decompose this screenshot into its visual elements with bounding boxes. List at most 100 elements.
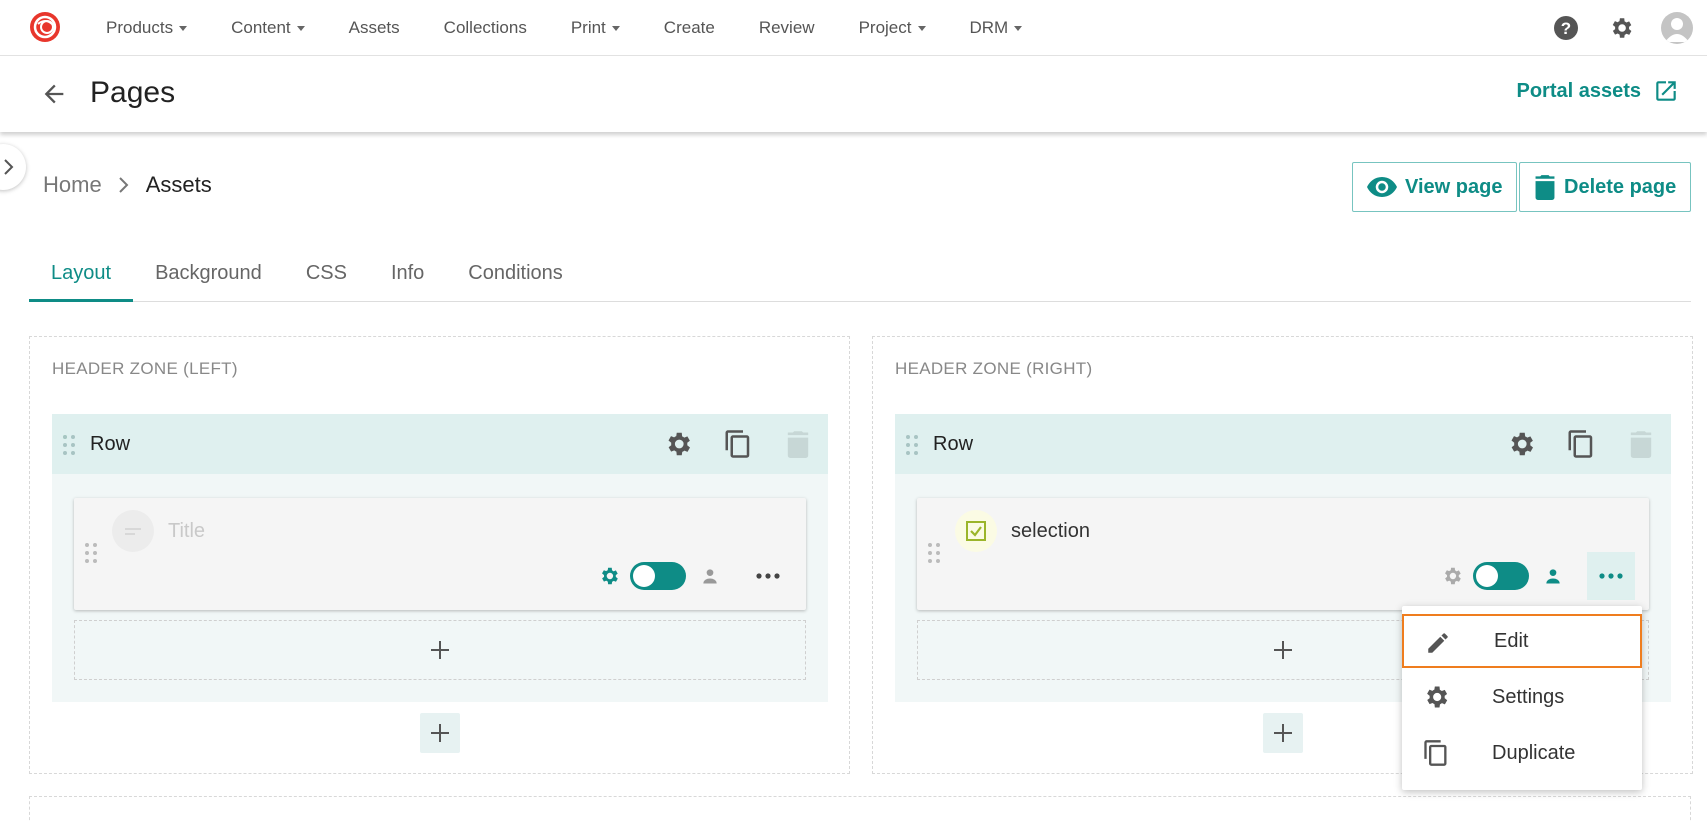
caret-down-icon <box>611 25 620 31</box>
nav-item-products[interactable]: Products <box>106 18 188 38</box>
nav-item-label: Review <box>758 18 815 37</box>
row-duplicate-icon[interactable] <box>1565 428 1597 460</box>
gear-icon[interactable] <box>1607 14 1635 42</box>
row-header: Row <box>895 414 1671 474</box>
menu-item-label: Edit <box>1494 629 1529 652</box>
widget-name: Title <box>168 520 206 542</box>
breadcrumb-home[interactable]: Home <box>43 172 102 198</box>
widget-enabled-toggle[interactable] <box>630 562 686 590</box>
menu-item-duplicate[interactable]: Duplicate <box>1402 726 1642 780</box>
nav-item-review[interactable]: Review <box>759 18 815 38</box>
help-icon[interactable]: ? <box>1552 14 1580 42</box>
back-arrow-icon[interactable] <box>40 80 68 108</box>
user-avatar-icon[interactable] <box>1661 12 1693 44</box>
caret-down-icon <box>179 25 188 31</box>
svg-text:?: ? <box>1561 19 1571 38</box>
menu-item-label: Duplicate <box>1492 741 1576 764</box>
footer-zone <box>29 796 1691 821</box>
breadcrumb-current: Assets <box>145 172 212 197</box>
drag-handle-icon[interactable] <box>84 542 98 564</box>
sidebar-expand-button[interactable] <box>0 144 26 190</box>
page-header: Pages Portal assets <box>0 56 1707 132</box>
widget-controls <box>598 560 792 592</box>
drag-handle-icon[interactable] <box>62 434 76 456</box>
pencil-icon <box>1424 629 1452 657</box>
plus-icon <box>431 724 449 742</box>
nav-utilities: ? <box>1525 0 1707 56</box>
tab-layout[interactable]: Layout <box>29 256 134 302</box>
tab-info[interactable]: Info <box>369 256 446 302</box>
row-settings-icon[interactable] <box>662 428 694 460</box>
chevron-right-icon <box>4 159 14 175</box>
page-title: Pages <box>90 76 176 109</box>
row-delete-icon <box>782 428 814 460</box>
nav-item-label: Collections <box>443 18 527 37</box>
caret-down-icon <box>917 25 926 31</box>
view-page-button[interactable]: View page <box>1352 162 1518 212</box>
widget-controls <box>1441 552 1635 600</box>
nav-item-drm[interactable]: DRM <box>970 18 1023 38</box>
menu-item-label: Settings <box>1492 685 1565 708</box>
tab-css[interactable]: CSS <box>284 256 369 302</box>
toggle-knob <box>1476 565 1498 587</box>
nav-item-label: Products <box>106 18 174 37</box>
header-zone-left: HEADER ZONE (LEFT) Row Title <box>29 336 850 774</box>
add-widget-button[interactable] <box>74 620 806 680</box>
row-actions <box>1477 428 1657 460</box>
delete-page-button[interactable]: Delete page <box>1519 162 1692 212</box>
person-icon[interactable] <box>1543 566 1563 586</box>
row-header: Row <box>52 414 828 474</box>
menu-item-edit[interactable]: Edit <box>1402 614 1642 668</box>
menu-item-settings[interactable]: Settings <box>1402 670 1642 724</box>
eye-icon <box>1367 177 1397 197</box>
widget-settings-icon[interactable] <box>1441 565 1463 587</box>
chevron-right-icon <box>118 177 129 193</box>
row-settings-icon[interactable] <box>1505 428 1537 460</box>
caret-down-icon <box>296 25 305 31</box>
nav-item-print[interactable]: Print <box>571 18 620 38</box>
plus-icon <box>1274 641 1292 659</box>
open-external-icon <box>1656 81 1676 101</box>
nav-menu: Products Content Assets Collections Prin… <box>106 0 1066 56</box>
trash-icon <box>1535 175 1555 200</box>
row-container: Row Title <box>52 414 828 702</box>
view-page-label: View page <box>1405 175 1503 198</box>
widget-card: selection <box>917 498 1649 610</box>
nav-item-content[interactable]: Content <box>231 18 305 38</box>
tab-background[interactable]: Background <box>133 256 284 302</box>
zone-title: HEADER ZONE (LEFT) <box>52 359 238 378</box>
row-label: Row <box>90 433 131 455</box>
portal-assets-link[interactable]: Portal assets <box>1516 78 1679 104</box>
nav-item-label: Project <box>858 18 912 37</box>
gear-icon <box>1422 683 1450 711</box>
nav-item-label: Content <box>231 18 291 37</box>
nav-item-assets[interactable]: Assets <box>349 18 400 38</box>
nav-item-project[interactable]: Project <box>859 18 926 38</box>
copy-icon <box>1422 739 1450 767</box>
person-icon[interactable] <box>700 566 720 586</box>
tab-conditions[interactable]: Conditions <box>446 256 585 302</box>
nav-item-label: Assets <box>348 18 400 37</box>
add-row-button[interactable] <box>1263 713 1303 753</box>
app-logo-icon[interactable] <box>28 10 62 44</box>
zone-title: HEADER ZONE (RIGHT) <box>895 359 1093 378</box>
drag-handle-icon[interactable] <box>905 434 919 456</box>
caret-down-icon <box>1014 25 1023 31</box>
widget-enabled-toggle[interactable] <box>1473 562 1529 590</box>
nav-item-label: Create <box>663 18 715 37</box>
toggle-knob <box>633 565 655 587</box>
tab-bar: Layout Background CSS Info Conditions <box>29 256 1691 302</box>
more-options-icon[interactable] <box>744 552 792 600</box>
add-row-button[interactable] <box>420 713 460 753</box>
nav-item-label: DRM <box>969 18 1009 37</box>
portal-assets-label: Portal assets <box>1516 79 1641 102</box>
delete-page-label: Delete page <box>1564 175 1677 198</box>
nav-item-label: Print <box>570 18 606 37</box>
widget-settings-icon[interactable] <box>598 565 620 587</box>
more-options-icon[interactable] <box>1587 552 1635 600</box>
row-duplicate-icon[interactable] <box>722 428 754 460</box>
plus-icon <box>1274 724 1292 742</box>
nav-item-collections[interactable]: Collections <box>444 18 527 38</box>
drag-handle-icon[interactable] <box>927 542 941 564</box>
nav-item-create[interactable]: Create <box>664 18 715 38</box>
